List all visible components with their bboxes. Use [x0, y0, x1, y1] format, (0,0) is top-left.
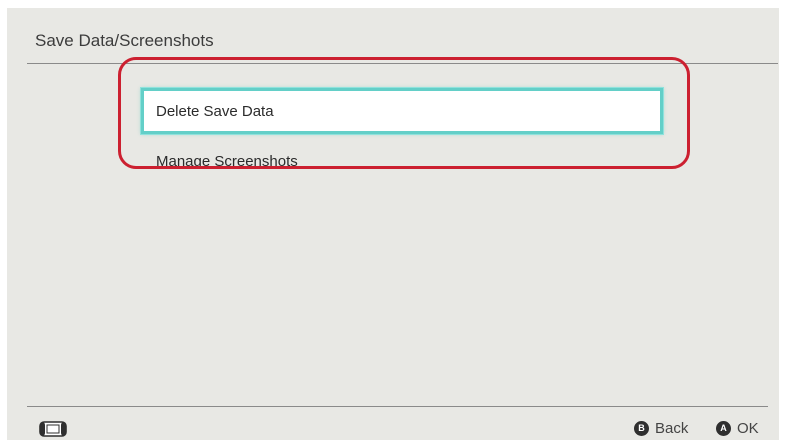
- ok-label: OK: [737, 419, 759, 437]
- menu-list: Delete Save Data Manage Screenshots: [128, 64, 676, 174]
- page-title: Save Data/Screenshots: [35, 31, 214, 50]
- delete-save-data-item[interactable]: Delete Save Data: [141, 88, 663, 134]
- b-button-icon: B: [634, 420, 649, 436]
- handheld-console-icon: [39, 421, 67, 437]
- manage-screenshots-item[interactable]: Manage Screenshots: [141, 138, 663, 174]
- a-button-icon: A: [716, 420, 731, 436]
- back-label: Back: [655, 419, 689, 437]
- settings-screen: Save Data/Screenshots Delete Save Data M…: [0, 0, 786, 447]
- ok-button[interactable]: A OK: [716, 417, 759, 439]
- footer-divider: [27, 406, 768, 407]
- back-button[interactable]: B Back: [634, 417, 688, 439]
